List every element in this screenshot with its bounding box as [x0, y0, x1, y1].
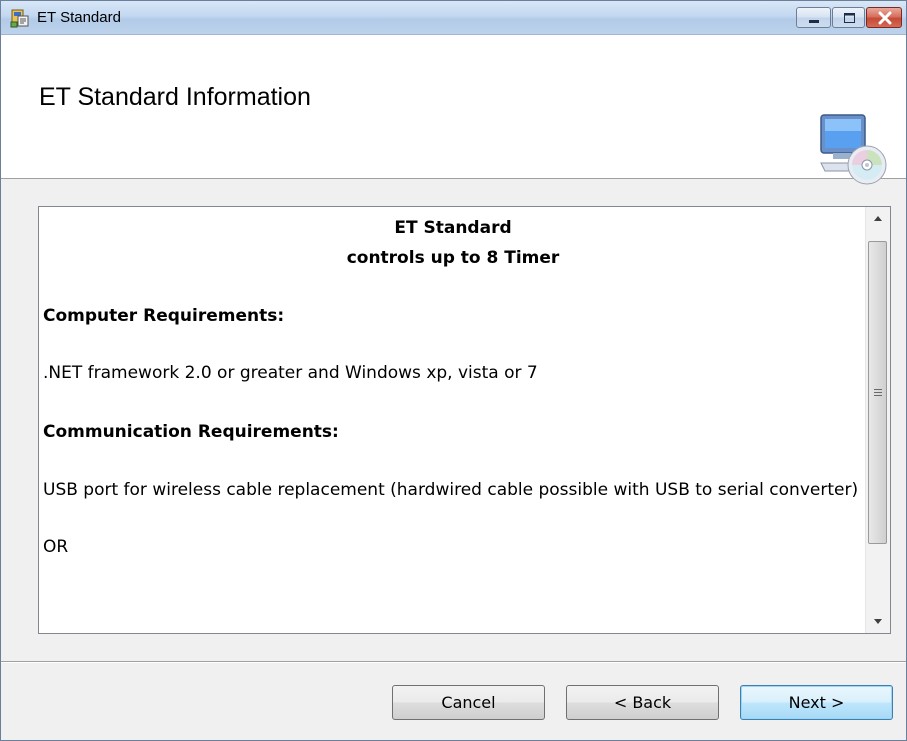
product-subtitle: controls up to 8 Timer	[346, 248, 560, 268]
product-name: ET Standard	[394, 218, 512, 238]
scroll-thumb[interactable]	[868, 241, 887, 544]
cancel-button[interactable]: Cancel	[392, 685, 545, 720]
computer-requirements-text: .NET framework 2.0 or greater and Window…	[43, 363, 538, 383]
minimize-icon	[809, 20, 819, 23]
maximize-icon	[844, 13, 855, 23]
installer-window: ET Standard ET Standard Information ET S…	[0, 0, 907, 741]
communication-requirements-heading: Communication Requirements:	[43, 422, 339, 442]
scroll-down-arrow-icon	[874, 619, 882, 624]
computer-disc-icon	[819, 111, 887, 193]
installer-app-icon	[9, 7, 31, 29]
footer-divider	[1, 661, 906, 663]
header-banner: ET Standard Information	[1, 35, 906, 185]
information-text: ET Standard controls up to 8 Timer Compu…	[43, 213, 863, 559]
title-bar[interactable]: ET Standard	[1, 1, 906, 35]
next-button[interactable]: Next >	[740, 685, 893, 720]
page-title: ET Standard Information	[39, 83, 311, 111]
scroll-up-button[interactable]	[866, 207, 890, 229]
window-title: ET Standard	[37, 9, 121, 26]
or-text: OR	[43, 537, 69, 557]
scroll-down-button[interactable]	[866, 611, 890, 633]
vertical-scrollbar[interactable]	[865, 207, 890, 633]
minimize-button[interactable]	[796, 7, 831, 28]
information-textbox[interactable]: ET Standard controls up to 8 Timer Compu…	[38, 206, 891, 634]
scroll-grip-icon	[874, 389, 882, 396]
close-button[interactable]	[866, 7, 902, 28]
back-button[interactable]: < Back	[566, 685, 719, 720]
close-icon	[878, 11, 892, 25]
communication-requirements-text: USB port for wireless cable replacement …	[43, 480, 859, 500]
computer-requirements-heading: Computer Requirements:	[43, 306, 285, 326]
scroll-up-arrow-icon	[874, 216, 882, 221]
maximize-button[interactable]	[832, 7, 865, 28]
